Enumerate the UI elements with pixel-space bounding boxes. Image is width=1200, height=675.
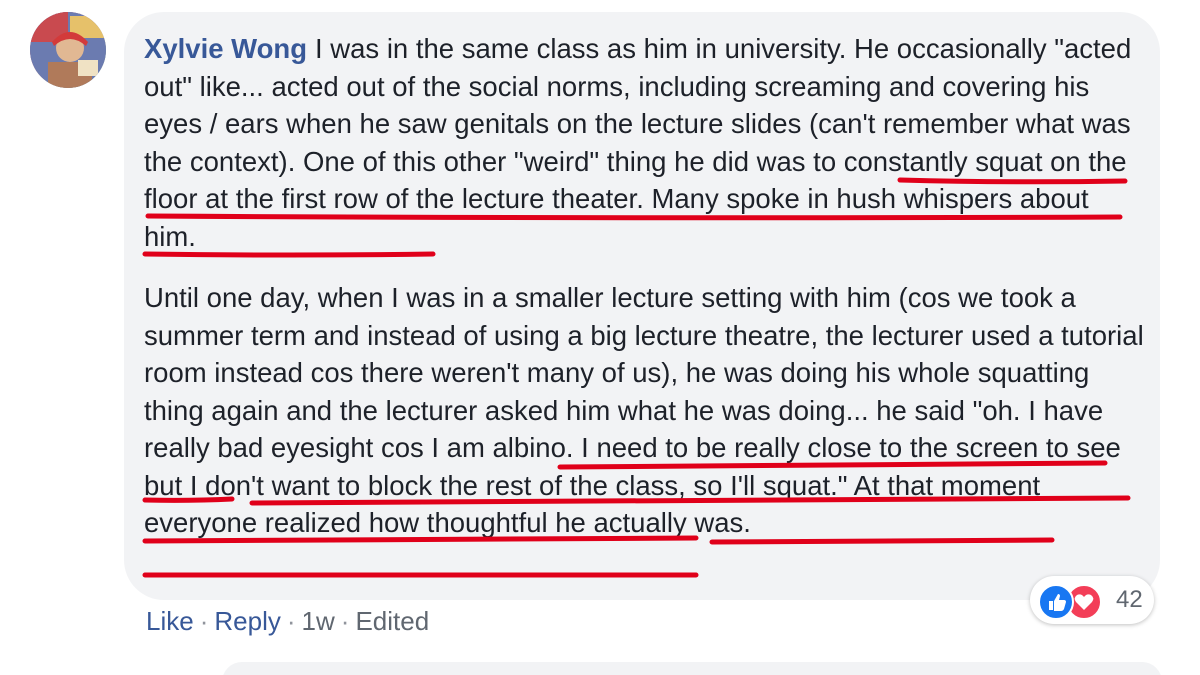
reactions-summary[interactable]: 42 xyxy=(1030,576,1154,624)
avatar-image xyxy=(30,12,106,88)
comment-thread: Xylvie Wong I was in the same class as hi… xyxy=(0,0,1200,675)
comment-paragraph-1: Xylvie Wong I was in the same class as hi… xyxy=(144,30,1144,255)
comment-text-1: I was in the same class as him in univer… xyxy=(144,33,1132,252)
comment-paragraph-2: Until one day, when I was in a smaller l… xyxy=(144,279,1144,542)
separator-dot: · xyxy=(286,606,296,636)
separator-dot: · xyxy=(199,606,209,636)
reaction-count: 42 xyxy=(1116,586,1143,613)
comment-body: Xylvie Wong I was in the same class as hi… xyxy=(144,30,1144,542)
like-link[interactable]: Like xyxy=(146,606,194,636)
timestamp-link[interactable]: 1w xyxy=(302,606,335,636)
comment-text-2: Until one day, when I was in a smaller l… xyxy=(144,282,1144,538)
comment-actions: Like · Reply · 1w · Edited xyxy=(146,604,429,638)
like-icon xyxy=(1038,584,1074,620)
separator-dot: · xyxy=(340,606,350,636)
next-comment-bubble xyxy=(222,662,1162,675)
author-name-link[interactable]: Xylvie Wong xyxy=(144,33,307,64)
avatar[interactable] xyxy=(30,12,106,88)
edited-link[interactable]: Edited xyxy=(355,606,429,636)
reply-link[interactable]: Reply xyxy=(214,606,280,636)
